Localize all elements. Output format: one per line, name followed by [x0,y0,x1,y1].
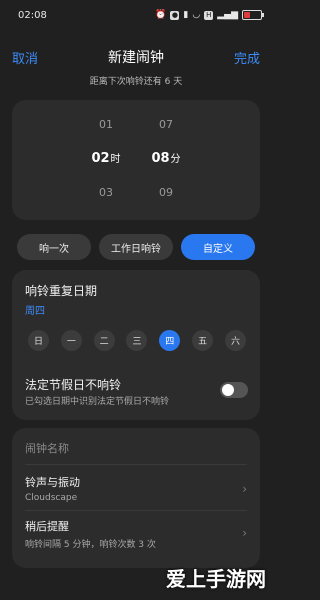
hour-selected[interactable]: 02时 [76,150,136,166]
signal-icon: ▮ [183,10,189,20]
cellular-icon: ▂▄▆ [217,10,238,20]
repeat-summary: 周四 [25,306,45,317]
minute-next[interactable]: 09 [136,186,196,199]
day-friday[interactable]: 五 [192,330,214,351]
time-picker[interactable]: 01 02时 03 07 08分 09 [12,100,260,220]
chevron-right-icon: › [242,526,247,540]
repeat-title: 响铃重复日期 [25,284,98,298]
holiday-subtitle: 已勾选日期中识别法定节假日不响铃 [25,397,170,407]
mode-custom-button[interactable]: 自定义 [181,234,255,260]
day-monday[interactable]: 一 [60,330,82,351]
ringtone-title: 铃声与振动 [25,476,80,489]
done-button[interactable]: 完成 [234,48,260,67]
header: 取消 新建闹钟 完成 [0,42,272,72]
minute-unit: 分 [170,154,181,165]
day-saturday[interactable]: 六 [224,330,246,351]
snooze-value: 响铃间隔 5 分钟，响铃次数 3 次 [25,540,156,550]
hd-icon: H [204,10,214,20]
ringtone-row[interactable]: 铃声与振动 Cloudscape › [25,474,247,503]
mode-workday-button[interactable]: 工作日响铃 [99,234,173,260]
repeat-card: 响铃重复日期 周四 日 一 二 三 四 五 六 法定节假日不响铃 已勾选日期中识… [12,270,260,420]
ringtone-value: Cloudscape [25,493,78,503]
next-alarm-countdown: 距离下次响铃还有 6 天 [89,77,183,87]
status-icons: ⏰ ● ▮ ◡ H ▂▄▆ [155,10,264,20]
toggle-knob [222,384,234,396]
day-wednesday[interactable]: 三 [126,330,148,351]
clock: 02:08 [18,9,47,21]
weekday-selector: 日 一 二 三 四 五 六 [28,330,246,351]
chevron-right-icon: › [242,482,247,496]
wifi-icon: ◡ [192,10,201,20]
minute-selected[interactable]: 08分 [136,150,196,166]
status-bar: 02:08 ⏰ ● ▮ ◡ H ▂▄▆ [0,0,272,30]
minute-prev[interactable]: 07 [136,118,196,131]
battery-icon [242,10,264,20]
repeat-mode-selector: 响一次 工作日响铃 自定义 [17,234,255,260]
app-badge-icon: ● [170,10,180,20]
holiday-toggle[interactable] [220,382,248,398]
hour-value: 02 [91,151,110,166]
mode-once-button[interactable]: 响一次 [17,234,91,260]
snooze-title: 稍后提醒 [25,520,69,533]
holiday-title: 法定节假日不响铃 [25,378,122,392]
hour-unit: 时 [110,154,121,165]
snooze-row[interactable]: 稍后提醒 响铃间隔 5 分钟，响铃次数 3 次 › [25,518,247,550]
page-title: 新建闹钟 [108,50,164,66]
day-thursday[interactable]: 四 [159,330,181,351]
day-tuesday[interactable]: 二 [93,330,115,351]
cancel-button[interactable]: 取消 [12,48,38,67]
alarm-name-input[interactable]: 闹钟名称 [25,440,69,456]
hour-prev[interactable]: 01 [76,118,136,131]
day-sunday[interactable]: 日 [28,330,49,351]
alarm-status-icon: ⏰ [155,10,167,20]
hour-next[interactable]: 03 [76,186,136,199]
minute-value: 08 [151,151,170,166]
divider [25,464,247,465]
settings-card: 闹钟名称 铃声与振动 Cloudscape › 稍后提醒 响铃间隔 5 分钟，响… [12,428,260,568]
watermark-logo: 爱上手游网 [166,567,266,591]
divider [25,510,247,511]
